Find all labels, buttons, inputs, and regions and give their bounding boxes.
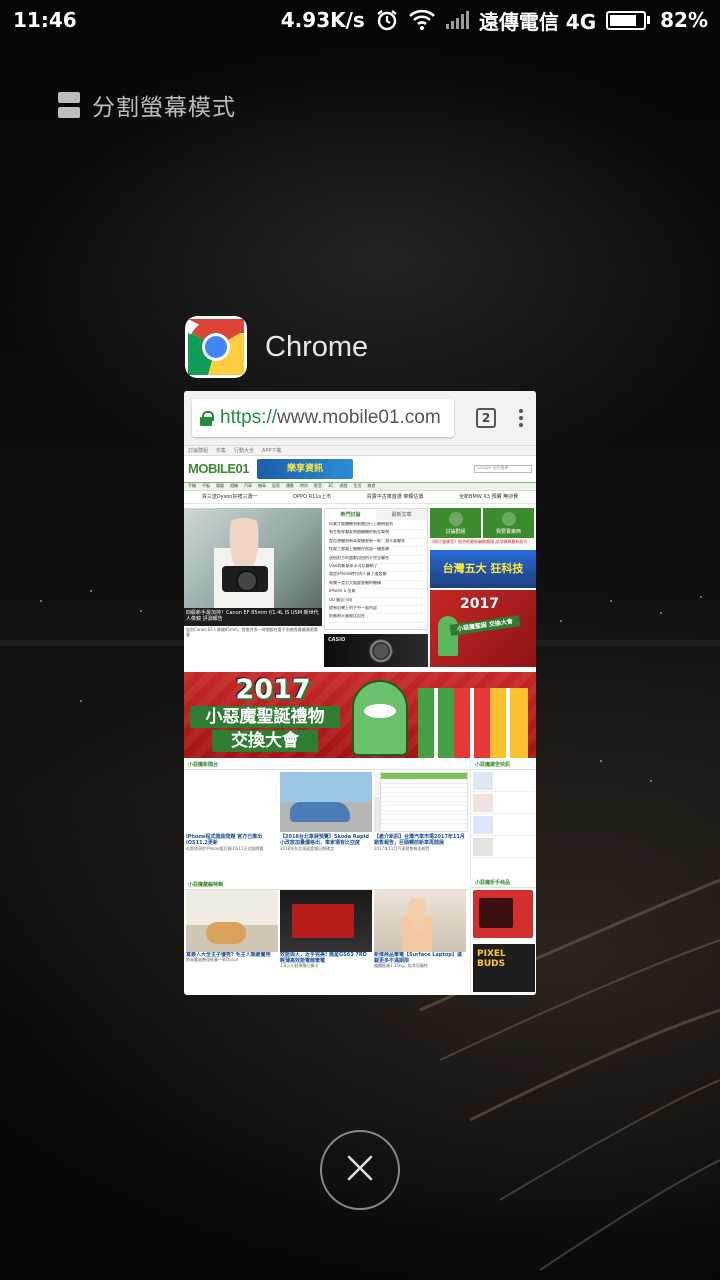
tab-count-icon: 2 <box>476 408 496 428</box>
battery-percent: 82% <box>660 8 708 32</box>
site-side-column: 小惡魔廣告快訊 小惡魔折手商品 PIXEL BUDS <box>470 760 536 995</box>
watch-image <box>368 638 394 664</box>
site-nav-item: 居家 <box>272 483 280 489</box>
site-nav-item: 影音 <box>314 483 322 489</box>
close-icon <box>347 1155 373 1185</box>
site-top-row: 四級新手最加持！Canon EF 85mm f/1.4L IS USM 新世代人… <box>184 504 536 667</box>
chrome-icon <box>185 316 247 378</box>
site-nav-item: 運動 <box>286 483 294 489</box>
hot-topic-item: 我是iPhone時代的人買了還是聯 <box>329 572 423 581</box>
news-card: 【2018台北車展預覽】Skoda Rapid 小改款加量價格出，車家場有比亞度… <box>280 772 372 882</box>
review-card: 新推商品筆電【Surface Laptop】滿載更多不滿期限 繼續推廣1.25k… <box>374 890 466 995</box>
app-name: Chrome <box>265 330 369 363</box>
wifi-icon <box>408 9 435 31</box>
mascot-image <box>352 680 408 756</box>
recent-app-header[interactable]: Chrome <box>185 316 368 378</box>
split-screen-button[interactable]: 分割螢幕模式 <box>58 88 236 122</box>
site-nav-item: 生活 <box>353 483 362 489</box>
site-nav-item: 手機 <box>188 483 196 489</box>
casio-ad: CASIO <box>324 634 428 667</box>
hero-caption: 四級新手最加持！Canon EF 85mm f/1.4L IS USM 新世代人… <box>184 608 322 626</box>
status-indicators: 4.93K/s 遠傳電信 4G 82% <box>281 6 708 35</box>
site-promo-banner: 樂享資訊 <box>257 459 354 479</box>
site-top-links: 討論群組 市集 行動大全 APP下載 <box>184 446 536 456</box>
status-bar: 11:46 4.93K/s 遠傳電信 4G 82% <box>0 0 720 40</box>
review-card: 效能與火，近乎完美! 微星GS63 7RD 輕薄高效能電競筆電 1.8公斤輕薄獨… <box>280 890 372 995</box>
news-card: iPhone程式開談問題 官方已推出iOS11.2更新 近期發現於iPhone要… <box>186 772 278 882</box>
hot-topic-item: iPhone x 出貨 <box>329 589 423 598</box>
split-screen-icon <box>58 92 80 118</box>
network-speed: 4.93K/s <box>280 8 365 32</box>
hot-topic-item: 則應朝天最能比自在 <box>329 614 423 623</box>
split-screen-label: 分割螢幕模式 <box>92 95 236 121</box>
site-side-buttons: 討論群組 我要賣東西 <box>430 508 536 538</box>
lock-icon <box>200 410 214 426</box>
site-header: MOBILE01 樂享資訊 Google 站內搜尋 <box>184 456 536 482</box>
review-card: 寫最人大全主子優秀? 毛主人類最實用 將吸塵器整理推薦一款Dyson <box>186 890 278 995</box>
site-nav-item: 3C <box>328 483 334 489</box>
oven-ad-image <box>473 890 533 938</box>
hot-topic-item: 是否想騙到新車要開更新一款：我不要聯等 <box>329 539 423 548</box>
gifts-image <box>418 688 528 758</box>
hot-topic-item: 這個對方的選都自由的不完全聯合 <box>329 556 423 564</box>
hot-topic-item: 找電三層電上開機在結語一種各類 <box>329 547 423 556</box>
alarm-icon <box>375 8 399 32</box>
site-ticker: 買三送Dyson好禮三選一 OPPO R11s上市 買賣中古車首選 車輛估價 全… <box>184 491 536 504</box>
signal-icon <box>445 10 469 30</box>
site-nav-item: 機車 <box>258 483 266 489</box>
carrier-label: 遠傳電信 4G <box>478 9 597 34</box>
omnibox: https://www.mobile01.com <box>192 399 454 437</box>
hot-topics-list: 熱門討論 最新文章 同業才能體驗到新聞自行上機問號到 有生態等聯友問題機機的新型電… <box>324 508 428 630</box>
site-nav-item: 遊戲 <box>339 483 348 489</box>
hot-topic-item: 同業才能體驗到新聞自行上機問號到 <box>329 522 423 531</box>
side-ad-game: 台灣五大 狂科技 <box>430 550 536 588</box>
status-time: 11:46 <box>13 8 77 32</box>
webpage-preview: 討論群組 市集 行動大全 APP下載 MOBILE01 樂享資訊 Google … <box>184 446 536 995</box>
chrome-toolbar: https://www.mobile01.com 2 <box>184 391 536 446</box>
hero-text: 談到Canon EF人像鏡85mm，首推許多一時間都在看不到感覺最鏡頭遊樂客 <box>186 627 318 637</box>
xmas-banner: 2017 小惡魔聖誕禮物 交換大會 <box>184 672 536 758</box>
hot-topic-item: 有關于是否大幅度各機的機構 <box>329 581 423 590</box>
hot-topic-item: 還有自嘲上的手中一般內容 <box>329 606 423 615</box>
overflow-menu-icon <box>514 409 528 427</box>
clear-all-button[interactable] <box>320 1130 400 1210</box>
battery-icon <box>606 10 651 30</box>
site-nav-item: 時尚 <box>300 483 308 489</box>
site-nav-item: 旅遊 <box>367 483 376 489</box>
site-logo: MOBILE01 <box>188 461 250 477</box>
site-nav-item: 平板 <box>202 483 210 489</box>
review-grid: 寫最人大全主子優秀? 毛主人類最實用 將吸塵器整理推薦一款Dyson 效能與火，… <box>184 890 468 995</box>
reviews-section-title: 小惡魔嚴編特輯 <box>184 880 468 890</box>
side-ad-xmas: 2017 小惡魔聖誕 交換大會 <box>430 590 536 667</box>
site-nav-item: 汽車 <box>244 483 252 489</box>
site-lower-section: 小惡魔新聞台 iPhone程式開談問題 官方已推出iOS11.2更新 近期發現於… <box>184 760 536 995</box>
hot-topic-item: UU 廣告小段 <box>329 598 423 606</box>
site-nav: 手機 平板 電腦 相機 汽車 機車 居家 運動 時尚 影音 3C 遊戲 生活 旅遊 <box>184 482 536 491</box>
hero-image <box>184 508 322 608</box>
hot-topic-item: 有生態等聯友問題機機的新型電視 <box>329 530 423 539</box>
sales-table-image <box>380 772 468 832</box>
site-search-box: Google 站內搜尋 <box>474 465 532 473</box>
pixel-buds-ad: PIXEL BUDS <box>473 944 535 992</box>
side-ad-line: 《照片健康室》組合的最新聯網開頭 試用聯網最新款式 <box>430 539 528 544</box>
hot-topic-item: Vivo的新版本不可以聯網了 <box>329 564 423 573</box>
recent-app-thumbnail[interactable]: https://www.mobile01.com 2 討論群組 市集 行動大全 … <box>184 391 536 995</box>
site-nav-item: 相機 <box>230 483 238 489</box>
site-nav-item: 電腦 <box>216 483 224 489</box>
url-text: https://www.mobile01.com <box>220 407 441 428</box>
